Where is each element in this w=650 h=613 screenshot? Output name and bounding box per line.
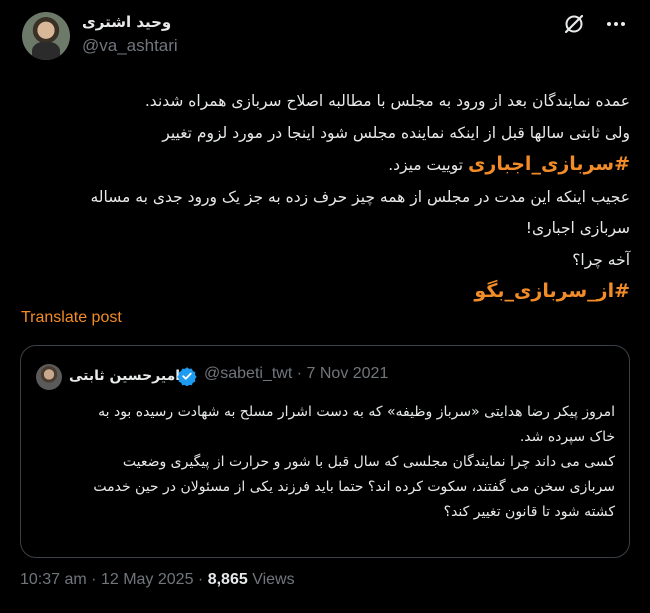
footer-separator: · [197, 571, 204, 588]
author-handle[interactable]: @va_ashtari [82, 36, 178, 56]
quoted-line: کسی می داند چرا نمایندگان مجلسی که سال ق… [122, 454, 615, 470]
quoted-line: سربازی سخن می گفتند، سکوت کرده اند؟ حتما… [93, 479, 615, 495]
author-avatar[interactable] [22, 12, 70, 60]
quoted-author-handle[interactable]: @sabeti_twt [204, 365, 292, 382]
tweet-line: ولی ثابتی سالها قبل از اینکه نماینده مجل… [162, 123, 630, 142]
quoted-line: خاک سپرده شد. [519, 429, 615, 445]
quoted-meta: @sabeti_twt · 7 Nov 2021 [204, 365, 388, 383]
quoted-line: امروز پیکر رضا هدایتی «سرباز وظیفه» که ب… [98, 404, 615, 420]
post-date[interactable]: 12 May 2025 [101, 571, 194, 588]
verified-badge-icon [177, 367, 197, 386]
author-name[interactable]: وحید اشتری [82, 13, 171, 31]
tweet-line: #از_سربازی_بگو [20, 276, 630, 309]
hashtag-link[interactable]: #از_سربازی_بگو [474, 280, 630, 302]
views-label: Views [252, 571, 295, 588]
tweet-line-tail: توییت میزد. [388, 156, 468, 174]
tweet-line: عجیب اینکه این مدت در مجلس از همه چیز حر… [90, 187, 630, 206]
views-count[interactable]: 8,865 [208, 571, 248, 588]
tweet-line: #سربازی_اجباری توییت میزد. [20, 149, 630, 182]
quoted-author-name[interactable]: امیرحسین ثابتی [69, 368, 180, 384]
quoted-author-avatar[interactable] [36, 364, 62, 390]
tweet-footer: 10:37 am · 12 May 2025 · 8,865 Views [20, 571, 295, 589]
tweet-text: عمده نمایندگان بعد از ورود به مجلس با مط… [20, 86, 630, 309]
grok-icon[interactable] [562, 12, 586, 36]
tweet-header: وحید اشتری @va_ashtari [20, 10, 630, 64]
meta-separator: · [296, 365, 303, 382]
quoted-text: امروز پیکر رضا هدایتی «سرباز وظیفه» که ب… [35, 400, 615, 525]
translate-post-link[interactable]: Translate post [21, 309, 122, 327]
quoted-date[interactable]: 7 Nov 2021 [307, 365, 389, 382]
quoted-line: کشته شود تا قانون تغییر کند؟ [443, 504, 615, 520]
tweet-line: آخه چرا؟ [572, 250, 630, 269]
footer-separator: · [91, 571, 97, 588]
quoted-tweet[interactable]: امیرحسین ثابتی @sabeti_twt · 7 Nov 2021 … [20, 345, 630, 558]
more-icon[interactable] [604, 12, 628, 36]
tweet-line: عمده نمایندگان بعد از ورود به مجلس با مط… [144, 92, 630, 110]
hashtag-link[interactable]: #سربازی_اجباری [468, 153, 630, 175]
post-time[interactable]: 10:37 am [20, 571, 87, 588]
tweet-line: سربازی اجباری! [525, 219, 630, 237]
